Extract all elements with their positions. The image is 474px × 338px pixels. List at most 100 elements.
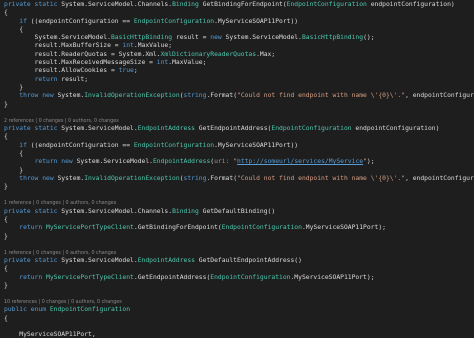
code-token: .MyServiceSOAP11Port))	[214, 141, 299, 149]
code-line[interactable]: return result;	[0, 76, 474, 84]
code-token: EndpointConfiguration	[210, 273, 291, 281]
code-token: private static	[4, 125, 62, 133]
url-link[interactable]: http://someurl/services/MyService	[237, 158, 363, 165]
code-token: Binding	[172, 1, 199, 8]
code-line[interactable]: if ((endpointConfiguration == EndpointCo…	[0, 142, 474, 150]
code-token: .Format(	[206, 174, 238, 182]
code-line[interactable]: private static System.ServiceModel.Endpo…	[0, 257, 474, 265]
code-token: "Could not find endpoint with name \'{0}…	[237, 174, 406, 182]
code-line[interactable]: System.ServiceModel.BasicHttpBinding res…	[0, 34, 474, 42]
code-token: EndpointConfiguration	[133, 141, 215, 149]
code-token: }	[4, 232, 8, 240]
code-line[interactable]: throw new System.InvalidOperationExcepti…	[0, 175, 474, 183]
code-line[interactable]: }	[0, 101, 474, 109]
code-token: .Max;	[256, 50, 276, 58]
code-token: new	[210, 34, 222, 42]
code-token: string	[183, 92, 207, 100]
code-line[interactable]: }	[0, 167, 474, 175]
code-token: {	[4, 25, 24, 33]
code-token: MyServiceSOAP11Port,	[4, 331, 96, 338]
code-token: EndpointConfiguration	[133, 17, 215, 25]
code-token: MyServicePortTypeClient	[46, 224, 134, 232]
code-line[interactable]: }	[0, 84, 474, 92]
code-editor[interactable]: private static System.ServiceModel.Chann…	[0, 0, 474, 338]
code-token: endpointConfiguration)	[366, 1, 455, 8]
code-line[interactable]: return MyServicePortTypeClient.GetBindin…	[0, 224, 474, 232]
code-line[interactable]: result.MaxReceivedMessageSize = int.MaxV…	[0, 59, 474, 67]
code-token: System.ServiceModel.	[4, 34, 111, 42]
code-token: EndpointAddress	[137, 256, 195, 264]
code-token: result;	[57, 75, 89, 83]
code-token: return new	[34, 158, 73, 166]
codelens-info[interactable]: 1 reference | 0 changes | 0 authors, 0 c…	[0, 200, 474, 207]
code-line[interactable]: return new System.ServiceModel.EndpointA…	[0, 158, 474, 166]
code-line[interactable]: {	[0, 216, 474, 224]
code-token: true	[118, 67, 134, 75]
code-line[interactable]: private static System.ServiceModel.Chann…	[0, 208, 474, 216]
code-token: return	[19, 273, 43, 281]
code-line[interactable]	[0, 323, 474, 331]
code-line[interactable]: }	[0, 183, 474, 191]
code-token: throw new	[19, 174, 54, 182]
code-token: private static	[4, 1, 62, 8]
code-token: {	[4, 314, 8, 322]
code-token: XmlDictionaryReaderQuotas	[160, 50, 257, 58]
code-line[interactable]: {	[0, 26, 474, 34]
code-line[interactable]: {	[0, 315, 474, 323]
code-token: "Could not find endpoint with name \'{0}…	[237, 92, 406, 100]
code-token: }	[4, 183, 8, 191]
code-token: endpointConfiguration)	[351, 125, 440, 133]
code-token: );	[366, 158, 375, 166]
code-token: private static	[4, 256, 62, 264]
codelens-info[interactable]: 1 reference | 0 changes | 0 authors, 0 c…	[0, 250, 474, 257]
code-line[interactable]: {	[0, 150, 474, 158]
code-line[interactable]: return MyServicePortTypeClient.GetEndpoi…	[0, 274, 474, 282]
code-line[interactable]: {	[0, 133, 474, 141]
code-token: string	[183, 174, 207, 182]
code-token: System.ServiceModel.	[221, 34, 302, 42]
code-token: .MaxValue;	[133, 42, 173, 50]
code-token: {	[4, 265, 8, 273]
code-line[interactable]: private static System.ServiceModel.Endpo…	[0, 125, 474, 133]
code-token: ((endpointConfiguration ==	[26, 17, 134, 25]
code-token: {	[4, 133, 8, 141]
codelens-info[interactable]: 2 references | 0 changes | 0 authors, 0 …	[0, 118, 474, 125]
code-line[interactable]: result.MaxBufferSize = int.MaxValue;	[0, 42, 474, 50]
code-token: private static	[4, 207, 62, 215]
code-token: , endpointConfiguration));	[405, 174, 474, 182]
code-token: BasicHttpBinding	[301, 34, 364, 42]
code-token: .MaxValue;	[168, 59, 207, 67]
code-line[interactable]: MyServiceSOAP11Port,	[0, 331, 474, 338]
code-token: public enum	[4, 306, 50, 314]
code-token: if	[19, 141, 27, 149]
code-line[interactable]: throw new System.InvalidOperationExcepti…	[0, 92, 474, 100]
code-token: ((endpointConfiguration ==	[26, 141, 134, 149]
code-line[interactable]: }	[0, 282, 474, 290]
codelens-info[interactable]: 10 references | 0 changes | 0 authors, 0…	[0, 299, 474, 306]
code-line[interactable]: result.AllowCookies = true;	[0, 67, 474, 75]
code-token: }	[4, 166, 24, 174]
code-line[interactable]: public enum EndpointConfiguration	[0, 306, 474, 314]
code-token: EndpointConfiguration	[221, 224, 302, 232]
code-line[interactable]: private static System.ServiceModel.Chann…	[0, 1, 474, 9]
code-token: .Format(	[206, 92, 238, 100]
code-token: .MyServiceSOAP11Port))	[214, 17, 299, 25]
code-line[interactable]: if ((endpointConfiguration == EndpointCo…	[0, 18, 474, 26]
code-line[interactable]: result.ReaderQuotas = System.Xml.XmlDict…	[0, 51, 474, 59]
code-line[interactable]: }	[0, 233, 474, 241]
code-line[interactable]: {	[0, 9, 474, 17]
code-token: GetDefaultEndpointAddress()	[194, 256, 302, 264]
code-token: Binding	[172, 207, 199, 215]
code-line[interactable]: {	[0, 265, 474, 273]
code-token: return	[34, 75, 58, 83]
code-token: ;	[133, 67, 138, 75]
code-token: InvalidOperationException	[84, 174, 180, 182]
